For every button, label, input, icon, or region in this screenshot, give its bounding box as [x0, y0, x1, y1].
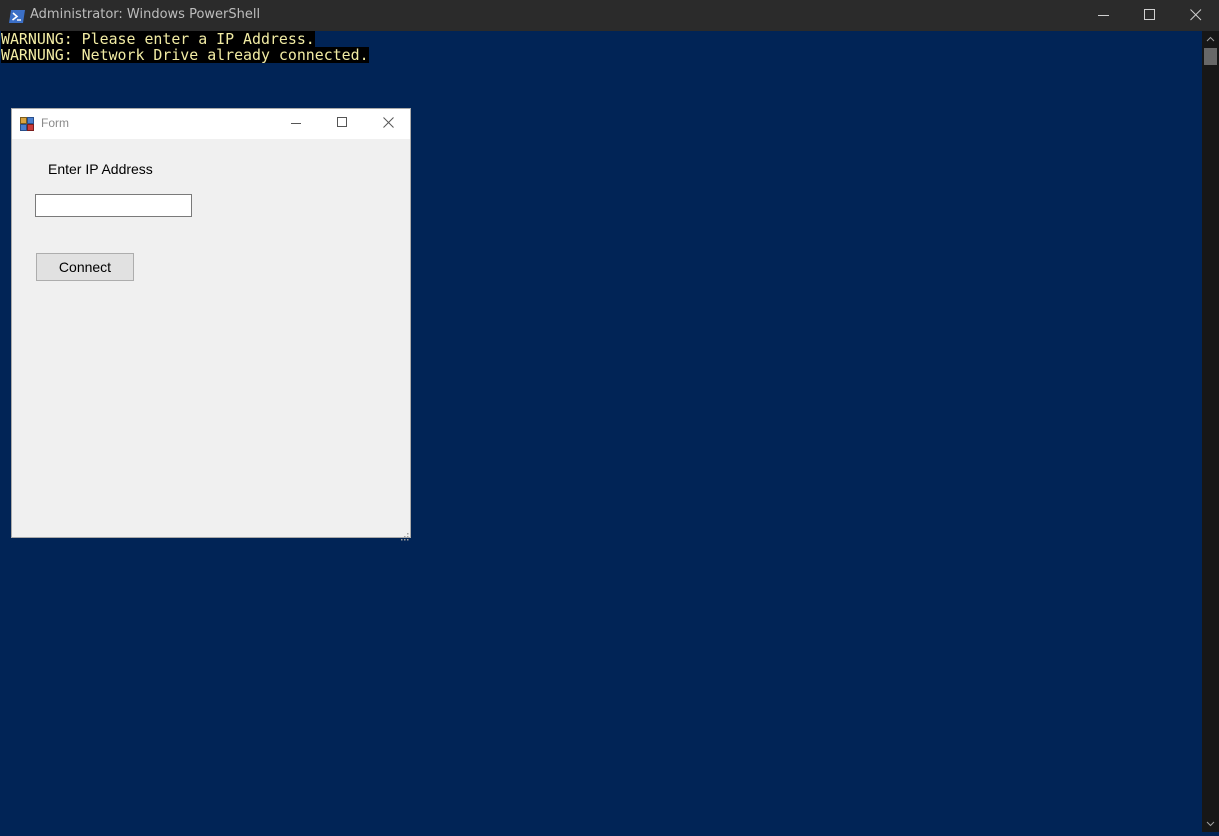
- form-titlebar[interactable]: Form: [12, 109, 410, 139]
- close-button[interactable]: [1173, 0, 1219, 31]
- minimize-button[interactable]: [1081, 0, 1127, 31]
- vertical-scrollbar[interactable]: [1202, 31, 1219, 832]
- form-app-icon: [20, 116, 34, 131]
- console-warning-line: WARNUNG: Network Drive already connected…: [1, 46, 369, 64]
- console-warning-line: WARNUNG: Please enter a IP Address.: [1, 30, 315, 48]
- powershell-titlebar[interactable]: Administrator: Windows PowerShell: [0, 0, 1219, 31]
- form-maximize-button[interactable]: [320, 109, 366, 139]
- form-dialog: Form Enter IP Address Connect: [11, 108, 411, 541]
- close-icon: [1190, 9, 1202, 21]
- maximize-button[interactable]: [1127, 0, 1173, 31]
- maximize-icon: [337, 117, 347, 127]
- ip-address-input[interactable]: [35, 194, 192, 217]
- scroll-up-button[interactable]: [1202, 31, 1219, 48]
- form-minimize-button[interactable]: [274, 109, 320, 139]
- resize-grip-icon[interactable]: [399, 526, 409, 541]
- form-title: Form: [41, 116, 69, 130]
- ip-address-label: Enter IP Address: [48, 161, 153, 177]
- connect-button[interactable]: Connect: [36, 253, 134, 281]
- scroll-thumb[interactable]: [1204, 48, 1217, 65]
- maximize-icon: [1144, 9, 1155, 20]
- minimize-icon: [1098, 15, 1109, 16]
- form-close-button[interactable]: [366, 109, 412, 139]
- close-icon: [383, 117, 394, 128]
- minimize-icon: [291, 123, 301, 124]
- window-title: Administrator: Windows PowerShell: [30, 7, 261, 22]
- console-output[interactable]: WARNUNG: Please enter a IP Address. WARN…: [1, 31, 1201, 63]
- powershell-icon: [9, 8, 25, 23]
- scroll-up-arrow-icon: [1206, 36, 1215, 42]
